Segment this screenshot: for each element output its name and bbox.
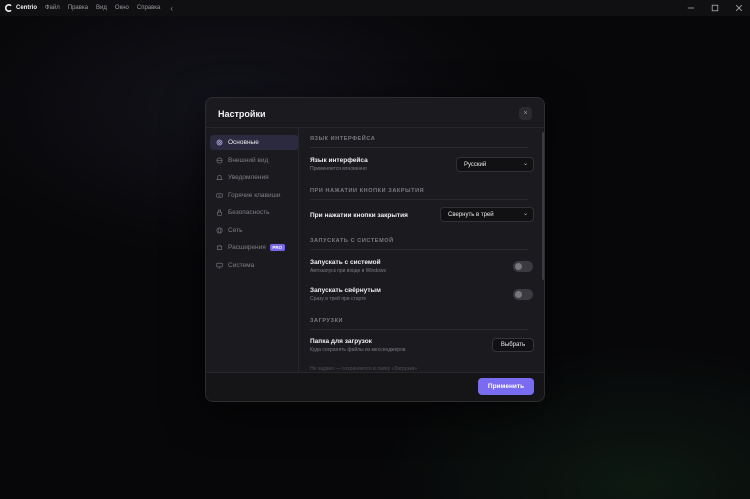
palette-icon	[216, 156, 223, 164]
lock-icon	[216, 209, 223, 216]
sidebar-item-notifications[interactable]: Уведомления	[210, 170, 299, 185]
autostart-toggle[interactable]	[513, 261, 533, 272]
section-heading-downloads: ЗАГРУЗКИ	[310, 318, 344, 324]
close-setting-title: При нажатии кнопки закрытия	[310, 212, 408, 219]
language-select[interactable]: Русский ⌄	[456, 157, 534, 172]
collapse-menu-icon[interactable]: ‹	[170, 4, 173, 13]
sidebar-item-label: Расширения	[228, 244, 266, 251]
sidebar-item-system[interactable]: Система	[210, 258, 299, 273]
section-heading-startup: ЗАПУСКАТЬ С СИСТЕМОЙ	[310, 238, 394, 244]
chevron-down-icon: ⌄	[522, 161, 528, 167]
section-divider	[310, 199, 528, 200]
title-bar: Centrio Файл Правка Вид Окно Справка ‹	[0, 0, 750, 16]
choose-folder-button[interactable]: Выбрать	[492, 338, 534, 352]
section-divider	[310, 147, 528, 148]
sidebar-item-label: Система	[228, 261, 255, 269]
pro-badge: PRO	[269, 244, 285, 251]
sidebar-item-appearance[interactable]: Внешний вид	[210, 153, 299, 168]
sidebar-item-label: Безопасность	[228, 209, 270, 216]
sidebar-item-security[interactable]: Безопасность	[210, 205, 299, 220]
menu-help[interactable]: Справка	[137, 5, 161, 11]
menu-window[interactable]: Окно	[115, 5, 129, 11]
section-heading-close: ПРИ НАЖАТИИ КНОПКИ ЗАКРЫТИЯ	[310, 188, 425, 194]
close-dialog-button[interactable]: ×	[519, 107, 532, 120]
section-heading-language: ЯЗЫК ИНТЕРФЕЙСА	[310, 136, 376, 142]
sidebar-item-extensions[interactable]: Расширения PRO	[210, 240, 299, 255]
toggle-knob	[515, 263, 522, 270]
section-divider	[310, 329, 528, 330]
apply-button[interactable]: Применить	[478, 378, 534, 395]
sidebar-item-network[interactable]: Сеть	[210, 223, 299, 238]
sidebar-item-hotkeys[interactable]: Горячие клавиши	[210, 188, 299, 203]
chevron-down-icon: ⌄	[522, 211, 528, 217]
menu-edit[interactable]: Правка	[68, 5, 88, 11]
section-divider	[310, 249, 528, 250]
autostart-desc: Автозапуск при входе в Windows	[310, 268, 386, 274]
language-setting-title: Язык интерфейса	[310, 157, 368, 164]
settings-sidebar: Основные Внешний вид Уведомления Горячие…	[210, 135, 299, 275]
autostart-title: Запускать с системой	[310, 259, 381, 266]
globe-icon	[216, 226, 223, 234]
start-minimized-toggle[interactable]	[513, 289, 533, 300]
bell-icon	[216, 174, 223, 181]
close-action-select[interactable]: Свернуть в трей ⌄	[440, 207, 534, 222]
keyboard-icon	[216, 192, 223, 199]
settings-dialog: Настройки × Основные Внешний вид Уведомл…	[205, 97, 545, 402]
download-folder-title: Папка для загрузок	[310, 338, 372, 345]
start-minimized-title: Запускать свёрнутым	[310, 287, 381, 294]
app-logo-icon	[4, 4, 13, 13]
language-setting-desc: Применяется мгновенно	[310, 166, 367, 172]
close-action-select-value: Свернуть в трей	[448, 211, 494, 218]
gear-icon	[216, 139, 223, 146]
monitor-icon	[216, 262, 223, 269]
menu-file[interactable]: Файл	[45, 5, 60, 11]
sidebar-item-label: Сеть	[228, 226, 243, 234]
sidebar-item-general[interactable]: Основные	[210, 135, 299, 150]
menu-view[interactable]: Вид	[96, 5, 107, 11]
minimize-icon[interactable]	[686, 3, 696, 13]
download-folder-desc: Куда сохранять файлы из мессенджеров	[310, 347, 406, 353]
settings-content: ЯЗЫК ИНТЕРФЕЙСА Язык интерфейса Применяе…	[299, 128, 544, 372]
language-select-value: Русский	[464, 161, 487, 168]
start-minimized-desc: Сразу в трей при старте	[310, 296, 367, 302]
sidebar-item-label: Основные	[228, 139, 259, 146]
content-scrollbar[interactable]	[542, 132, 544, 280]
close-window-icon[interactable]	[734, 3, 744, 13]
dialog-footer: Применить	[206, 372, 544, 401]
sidebar-item-label: Уведомления	[228, 174, 269, 181]
puzzle-icon	[216, 244, 223, 251]
sidebar-item-label: Внешний вид	[228, 156, 269, 164]
sidebar-item-label: Горячие клавиши	[228, 191, 281, 199]
maximize-icon[interactable]	[710, 3, 720, 13]
app-name: Centrio	[16, 5, 37, 11]
toggle-knob	[515, 291, 522, 298]
dialog-title: Настройки	[218, 109, 266, 119]
